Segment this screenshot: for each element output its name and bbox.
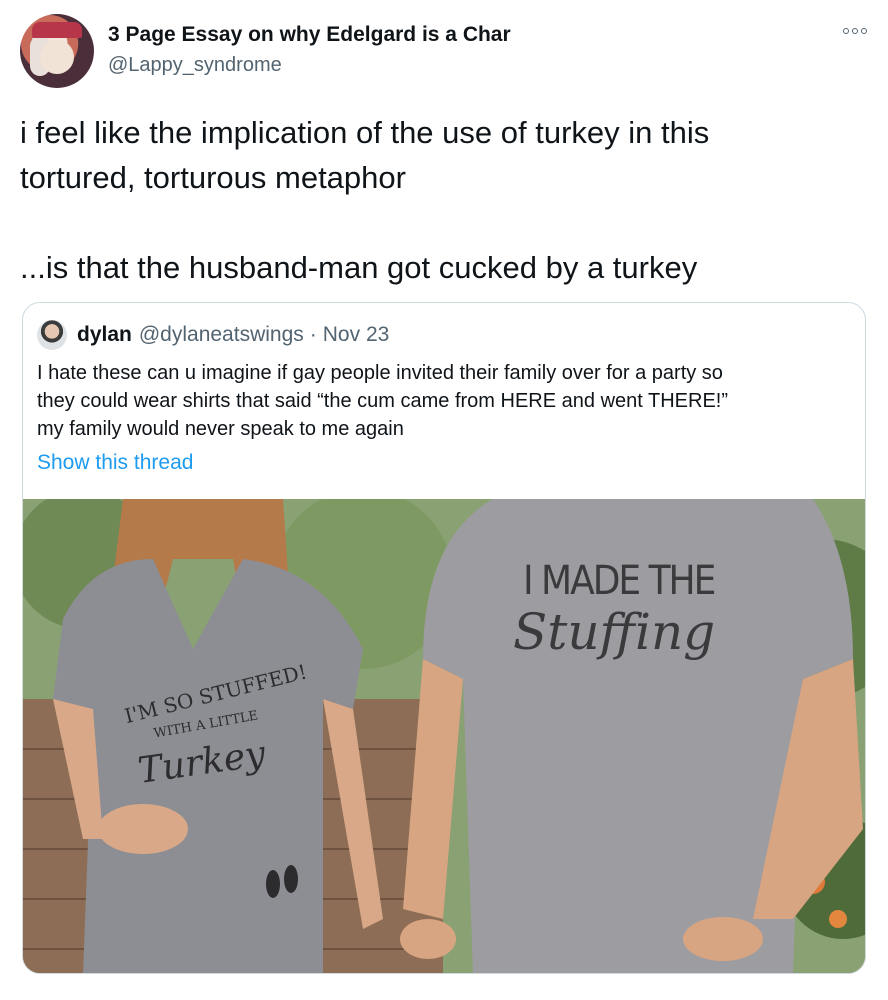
quoted-text-line: my family would never speak to me again bbox=[37, 418, 404, 440]
tweet-text-line: tortured, torturous metaphor bbox=[20, 160, 406, 195]
quoted-text-line: I hate these can u imagine if gay people… bbox=[37, 362, 723, 384]
quoted-tweet-text: I hate these can u imagine if gay people… bbox=[37, 359, 837, 443]
man-shirt-text-1: I MADE THE bbox=[523, 558, 715, 604]
quoted-tweet-card[interactable]: dylan @dylaneatswings · Nov 23 I hate th… bbox=[22, 302, 866, 974]
quoted-tweet-header: dylan @dylaneatswings · Nov 23 bbox=[37, 319, 389, 351]
photo-illustration: I'M SO STUFFED! WITH A LITTLE Turkey I M… bbox=[23, 499, 865, 973]
quoted-author-name[interactable]: dylan bbox=[77, 323, 132, 347]
tweet-header: 3 Page Essay on why Edelgard is a Char @… bbox=[20, 14, 868, 88]
tweet-text-line: i feel like the implication of the use o… bbox=[20, 115, 710, 150]
quoted-author-avatar[interactable] bbox=[37, 320, 67, 350]
author-avatar[interactable] bbox=[20, 14, 94, 88]
show-thread-link[interactable]: Show this thread bbox=[37, 451, 193, 475]
tweet-text: i feel like the implication of the use o… bbox=[20, 110, 860, 290]
quoted-text-line: they could wear shirts that said “the cu… bbox=[37, 390, 729, 412]
avatar-crown bbox=[32, 22, 82, 38]
separator-dot: · bbox=[309, 323, 317, 346]
quoted-tweet-date[interactable]: Nov 23 bbox=[323, 323, 390, 347]
tweet-text-line: ...is that the husband-man got cucked by… bbox=[20, 250, 698, 285]
man-shirt-text-2: Stuffing bbox=[513, 603, 715, 661]
quoted-author-handle[interactable]: @dylaneatswings bbox=[139, 323, 304, 347]
author-handle[interactable]: @Lappy_syndrome bbox=[108, 52, 282, 78]
quoted-tweet-photo[interactable]: I'M SO STUFFED! WITH A LITTLE Turkey I M… bbox=[23, 499, 865, 973]
more-options-icon[interactable] bbox=[842, 24, 868, 38]
author-name[interactable]: 3 Page Essay on why Edelgard is a Char bbox=[108, 22, 511, 48]
avatar-face bbox=[40, 40, 74, 74]
